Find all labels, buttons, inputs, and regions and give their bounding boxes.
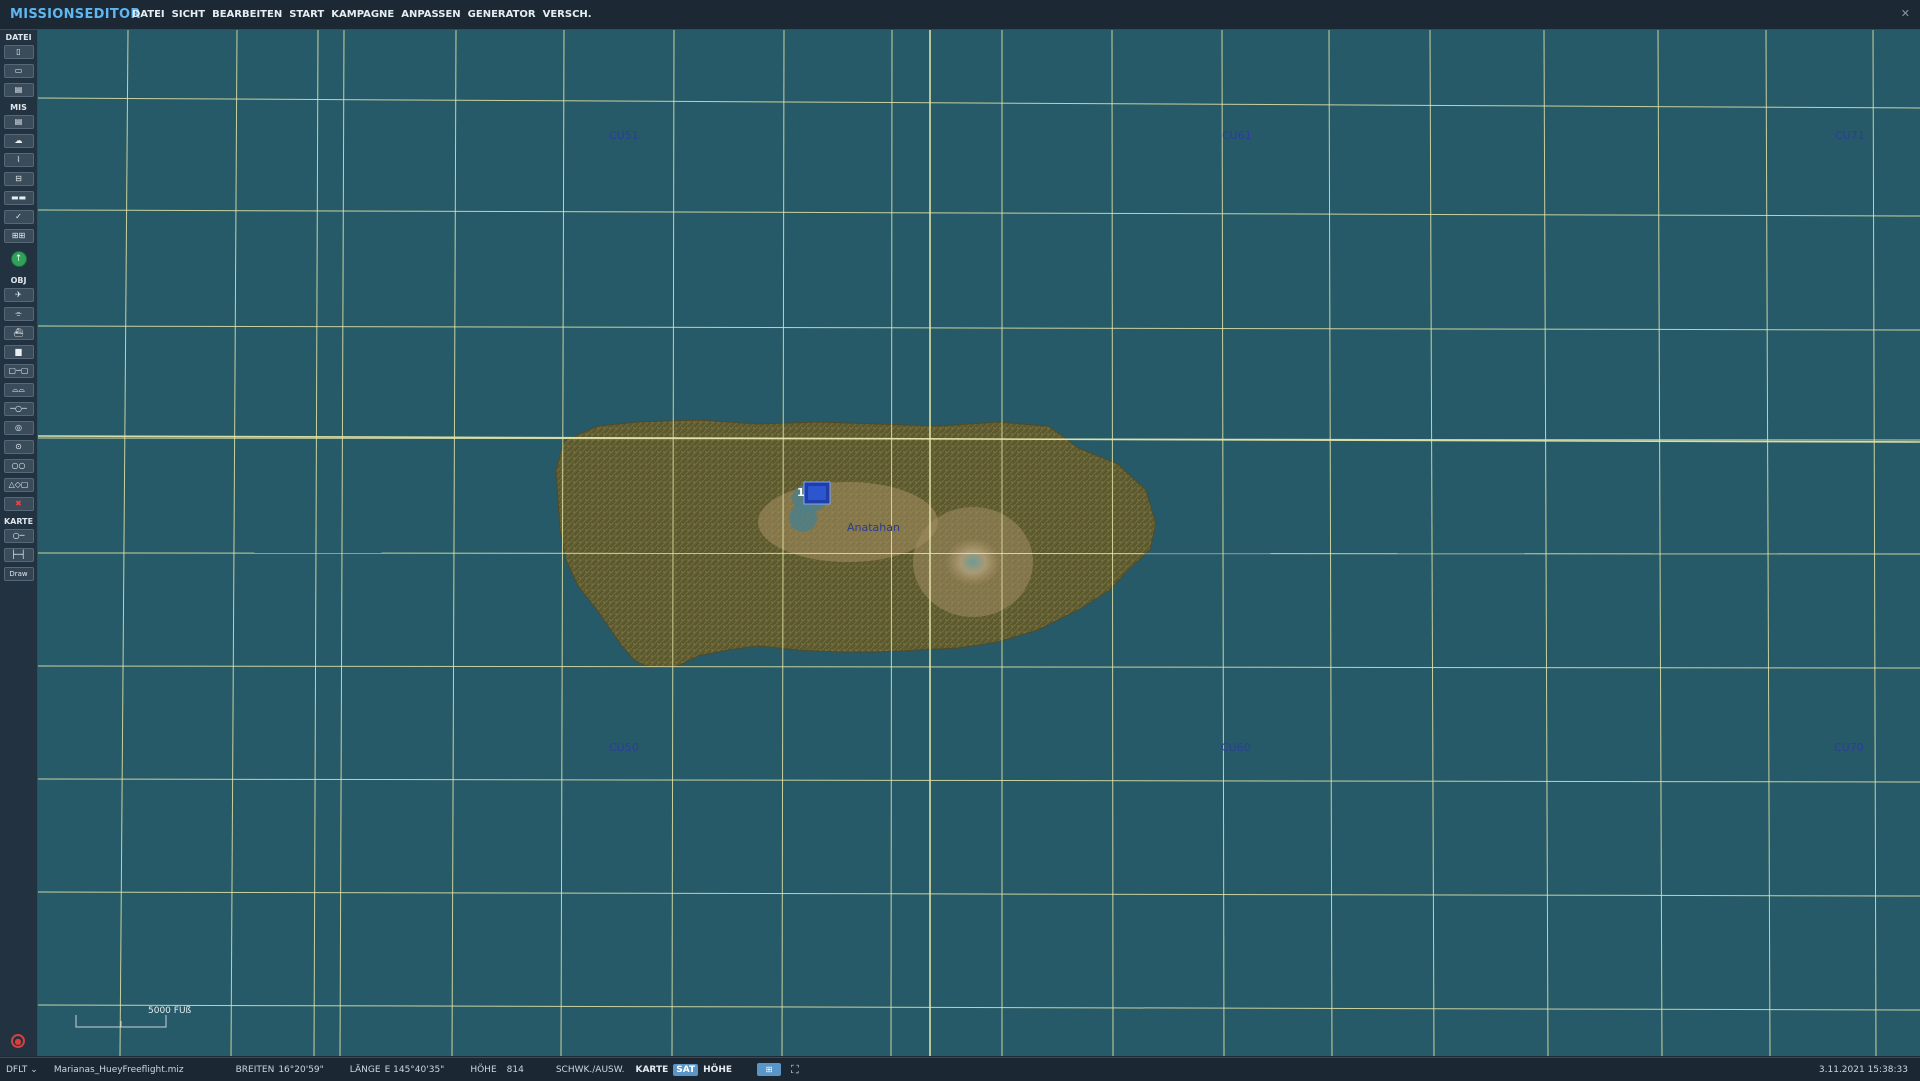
delete-icon[interactable]: ✖: [3, 497, 34, 511]
template-icon[interactable]: ⌓⌓: [3, 383, 34, 397]
grid-label-cu50: CU50: [609, 741, 639, 754]
island-label: Anatahan: [847, 521, 900, 534]
map-view[interactable]: CU51 CU61 CU71 CU50 CU60 CU70 Anatahan 1…: [38, 30, 1920, 1056]
island-anatahan: [555, 419, 1157, 669]
longitude-label: LÄNGE: [349, 1064, 381, 1075]
fly-mission-icon[interactable]: ↑: [10, 251, 27, 267]
menu-start[interactable]: START: [289, 9, 324, 20]
options-icon[interactable]: ⊞⊞: [3, 229, 34, 243]
map-canvas: [38, 30, 1920, 1056]
route-icon[interactable]: ⌇: [3, 153, 34, 167]
left-toolbar: DATEI ▯ ▭ ▤ MIS ▤ ☁ ⌇ ⊟ ▬▬ ✓ ⊞⊞ ↑ OBJ ✈ …: [0, 30, 38, 1056]
waypoint-icon[interactable]: ─○─: [3, 402, 34, 416]
save-file-icon[interactable]: ▤: [3, 83, 34, 97]
view-sat-button[interactable]: SAT: [673, 1063, 699, 1076]
draw-button[interactable]: Draw: [3, 567, 34, 581]
latitude-label: BREITEN: [235, 1064, 275, 1075]
mode-label: SCHWK./AUSW.: [555, 1064, 625, 1075]
ship-icon[interactable]: ⛴: [3, 326, 34, 340]
close-icon[interactable]: ✕: [1901, 7, 1910, 20]
ruler-icon[interactable]: ○─: [3, 529, 34, 543]
target-zone-icon[interactable]: ◎: [3, 421, 34, 435]
grid-label-cu51: CU51: [609, 129, 639, 142]
check-icon[interactable]: ✓: [3, 210, 34, 224]
section-datei: DATEI: [5, 33, 32, 42]
profile-label: DFLT: [6, 1064, 28, 1075]
static-object-icon[interactable]: ▢─▢: [3, 364, 34, 378]
scale-bar: [75, 1015, 167, 1028]
profile-select[interactable]: DFLT ⌄: [6, 1065, 38, 1075]
app-title: MISSIONSEDITOR: [10, 7, 141, 22]
shapes-icon[interactable]: △◇▢: [3, 478, 34, 492]
ground-unit-icon[interactable]: ▆: [3, 345, 34, 359]
section-mis: MIS: [10, 103, 27, 112]
menu-bar: MISSIONSEDITOR DATEI SICHT BEARBEITEN ST…: [0, 0, 1920, 30]
new-file-icon[interactable]: ▯: [3, 45, 34, 59]
unit-marker: [803, 481, 831, 505]
altitude-value: 814: [506, 1064, 524, 1075]
airplane-icon[interactable]: ✈: [3, 288, 34, 302]
view-karte-button[interactable]: KARTE: [632, 1064, 671, 1076]
latitude-value: 16°20'59": [278, 1064, 324, 1075]
scale-label: 5000 FUß: [148, 1006, 192, 1016]
grid-label-cu71: CU71: [1835, 129, 1865, 142]
grid-label-cu70: CU70: [1834, 741, 1864, 754]
menu-sicht[interactable]: SICHT: [172, 9, 205, 20]
open-file-icon[interactable]: ▭: [3, 64, 34, 78]
helicopter-icon[interactable]: ⌯: [3, 307, 34, 321]
fullscreen-icon[interactable]: ⛶: [791, 1063, 799, 1077]
grid-label-cu60: CU60: [1221, 741, 1251, 754]
menu-datei[interactable]: DATEI: [132, 9, 165, 20]
weather-icon[interactable]: ☁: [3, 134, 34, 148]
measure-icon[interactable]: ├─┤: [3, 548, 34, 562]
menu-bearbeiten[interactable]: BEARBEITEN: [212, 9, 282, 20]
datetime: 3.11.2021 15:38:33: [1818, 1064, 1908, 1075]
section-karte: KARTE: [3, 517, 34, 526]
status-bar: DFLT ⌄ Marianas_HueyFreeflight.miz BREIT…: [0, 1057, 1920, 1081]
unit-number[interactable]: 1: [797, 486, 805, 499]
altitude-label: HÖHE: [470, 1064, 497, 1075]
filename: Marianas_HueyFreeflight.miz: [53, 1064, 184, 1075]
grid-label-cu61: CU61: [1222, 129, 1252, 142]
section-obj: OBJ: [10, 276, 27, 285]
menu-generator[interactable]: GENERATOR: [468, 9, 536, 20]
menu-anpassen[interactable]: ANPASSEN: [401, 9, 460, 20]
triggers-icon[interactable]: ⊟: [3, 172, 34, 186]
stop-icon[interactable]: ●: [11, 1034, 25, 1048]
map-layers-icon[interactable]: ⊞: [757, 1063, 782, 1076]
nav-points-icon[interactable]: ○○: [3, 459, 34, 473]
longitude-value: E 145°40'35": [384, 1064, 445, 1075]
view-hoehe-button[interactable]: HÖHE: [700, 1064, 735, 1076]
coalitions-icon[interactable]: ▬▬: [3, 191, 34, 205]
chevron-down-icon: ⌄: [30, 1064, 38, 1075]
briefing-icon[interactable]: ▤: [3, 115, 34, 129]
menu-versch[interactable]: VERSCH.: [543, 9, 592, 20]
trigger-zone-icon[interactable]: ⊙: [3, 440, 34, 454]
menu-kampagne[interactable]: KAMPAGNE: [331, 9, 394, 20]
